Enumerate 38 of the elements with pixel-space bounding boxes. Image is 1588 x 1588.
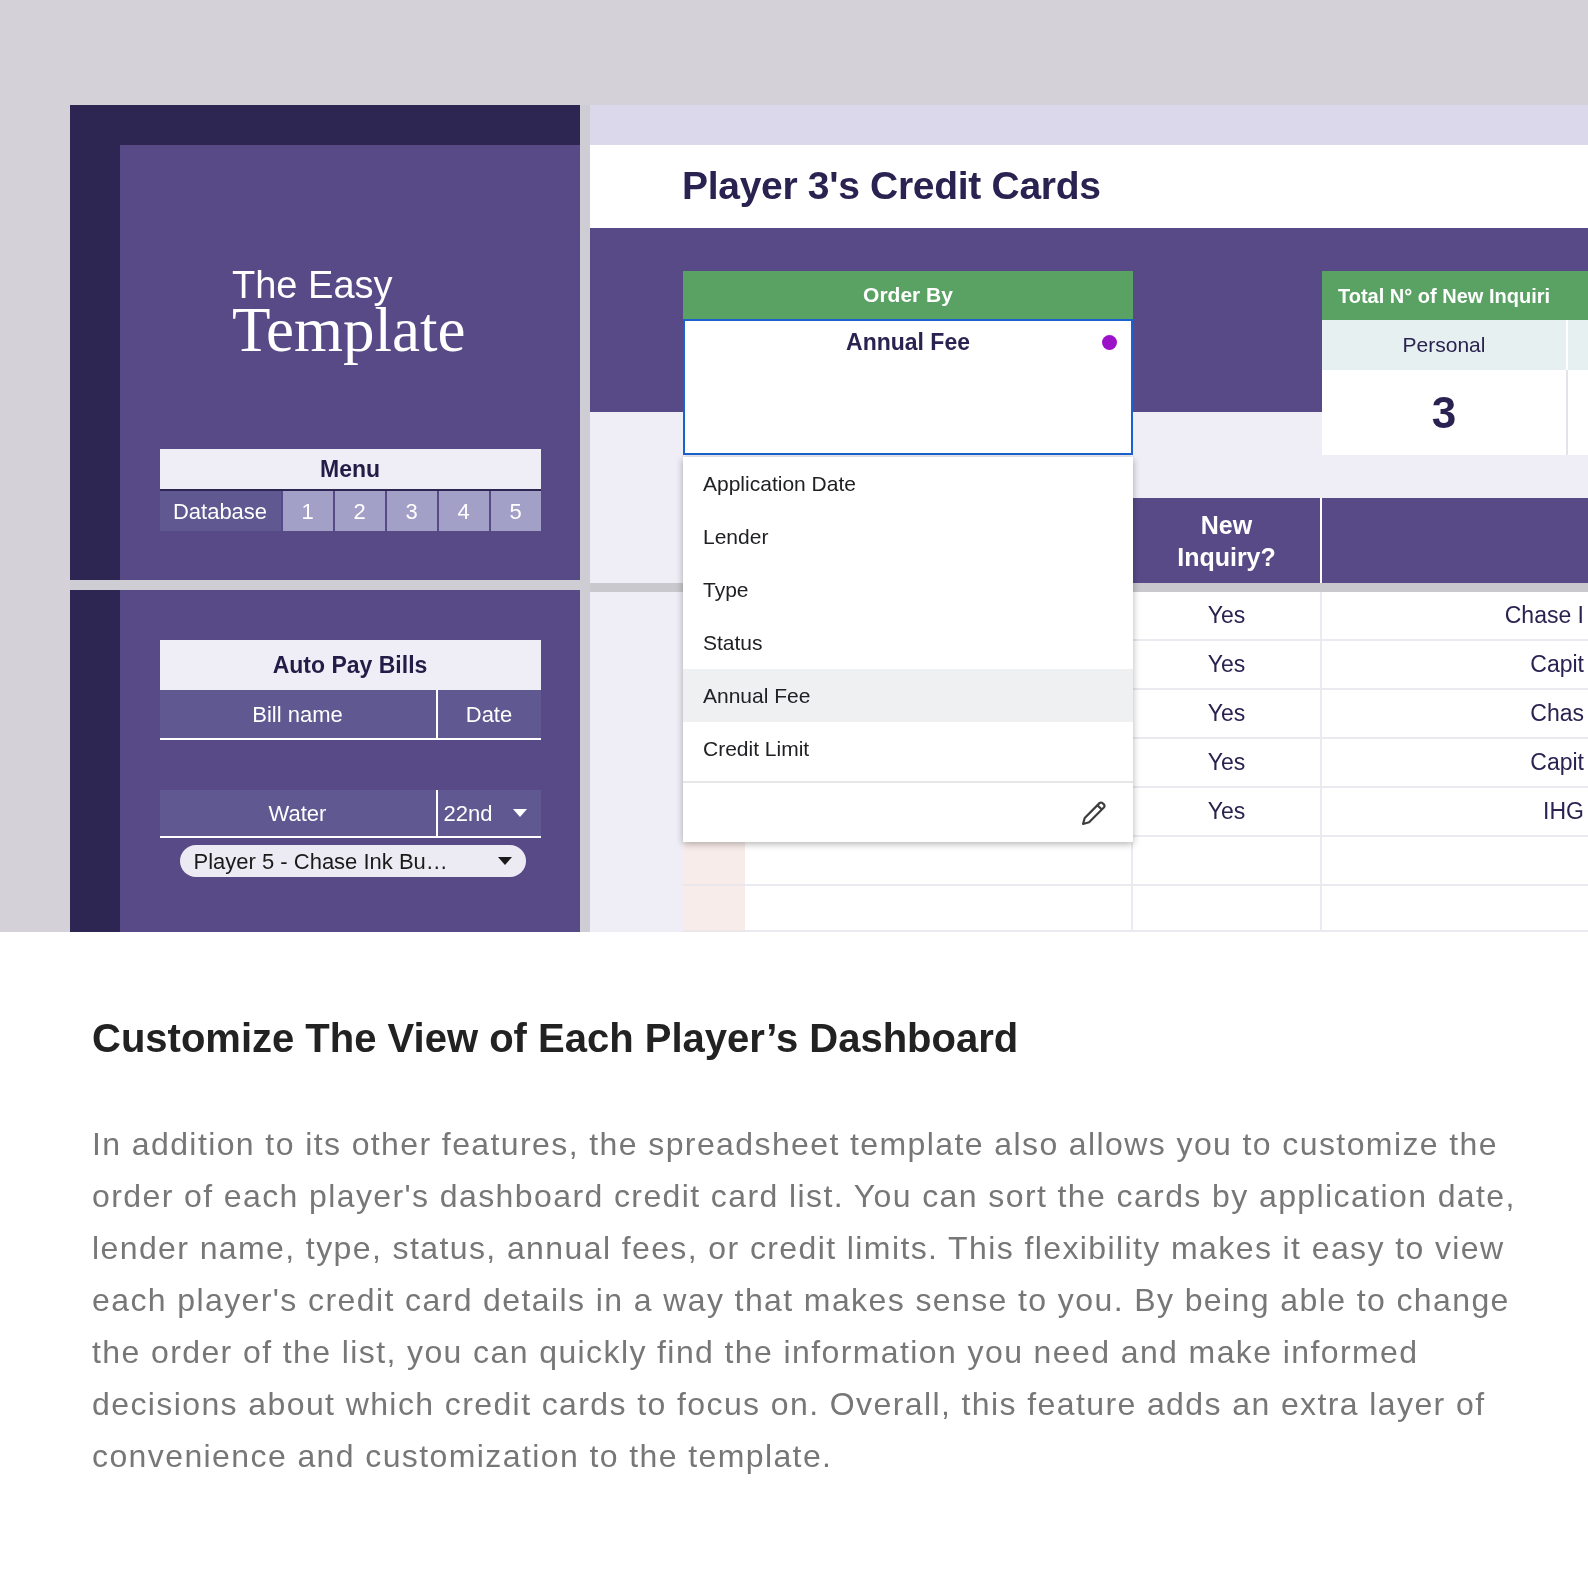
column-header: New Inquiry?: [1133, 498, 1322, 583]
menu-option[interactable]: Credit Limit: [683, 722, 1133, 775]
order-by-header: Order By: [683, 271, 1133, 319]
column-header: Bill name: [159, 690, 438, 738]
table-cell: IHG: [1322, 788, 1588, 837]
sheet-title: Player 3's Credit Cards: [682, 163, 1101, 210]
inquiry-count: 3: [1430, 386, 1458, 439]
table-cell: Capit: [1322, 739, 1588, 788]
bill-name-cell: Water: [159, 790, 438, 836]
table-cell: Capit: [1322, 641, 1588, 690]
table-cell: Yes: [1133, 690, 1322, 739]
menu-option[interactable]: Lender: [683, 510, 1133, 563]
inquiries-header: Total N° of New Inquiri: [1322, 271, 1588, 320]
menu-option[interactable]: Type: [683, 563, 1133, 616]
pencil-icon[interactable]: [1081, 799, 1107, 826]
table-cell: Chase I: [1322, 592, 1588, 641]
logo: The Easy Template: [232, 263, 467, 363]
bills-title: Auto Pay Bills: [159, 640, 541, 690]
table-cell: Yes: [1133, 739, 1322, 788]
dot-icon: [1102, 335, 1117, 350]
table-cell: Yes: [1133, 788, 1322, 837]
column-header: Date: [437, 690, 541, 738]
table-cell: Chas: [1322, 690, 1588, 739]
menu-option[interactable]: Application Date: [683, 457, 1133, 510]
table-cell: Yes: [1133, 592, 1322, 641]
menu-option[interactable]: Annual Fee: [683, 669, 1133, 722]
database-label: Database: [159, 491, 281, 531]
order-by-field[interactable]: Annual Fee: [683, 319, 1133, 455]
player-dropdown[interactable]: Player 5 - Chase Ink Bu…: [179, 845, 526, 877]
table-cell: Yes: [1133, 641, 1322, 690]
date-dropdown[interactable]: 22nd: [437, 790, 541, 836]
article-heading: Customize The View of Each Player’s Dashboard: [92, 1015, 1020, 1062]
personal-label: Personal: [1401, 332, 1487, 359]
caret-icon: [497, 857, 512, 865]
caret-icon: [512, 809, 527, 817]
menu-title: Menu: [159, 449, 541, 491]
menu-option[interactable]: Status: [683, 616, 1133, 669]
article-text: In addition to its other features, the spreadsheet template also allows you to customize the order of each player's dashboard credit card list. You can sort the cards by application date, lender name, type, status, annual fees, or credit limits. This flexibility makes it easy to view each player's credit card details in a way that makes sense to you. By being able to change the order of the list, you can quickly find the information you need and make informed decisions about which credit cards to focus on. Overall, this feature adds an extra layer of convenience and customization to the template.: [92, 1125, 1517, 1476]
